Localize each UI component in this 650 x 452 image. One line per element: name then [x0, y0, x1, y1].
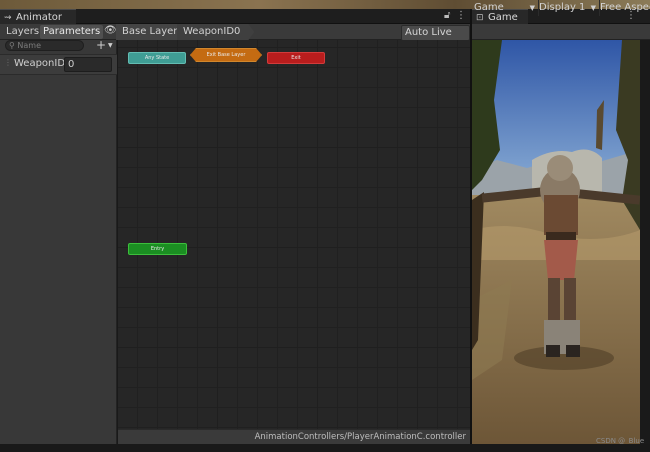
animator-window-tab[interactable]: ⇝ Animator: [0, 9, 76, 25]
parameter-name: WeaponID: [14, 58, 66, 69]
animator-tab-label: Animator: [16, 12, 62, 23]
any-state-node[interactable]: Any State: [128, 52, 186, 64]
game-view-edge: [640, 40, 650, 444]
display-dropdown-label: Display 1: [539, 2, 586, 13]
lock-icon[interactable]: 🔓︎: [444, 10, 450, 21]
parameters-pane: [0, 40, 117, 452]
exit-node[interactable]: Exit: [267, 52, 325, 64]
auto-live-link-button[interactable]: Auto Live Link: [401, 25, 470, 52]
parameter-value-field[interactable]: 0: [64, 57, 112, 72]
game-toolbar: [472, 24, 650, 40]
display-dropdown[interactable]: Display 1 ▼: [537, 0, 600, 16]
chevron-down-icon: ▼: [529, 4, 535, 12]
game-view-dropdown-label: Game: [474, 2, 504, 13]
more-options-icon[interactable]: ⋮: [456, 10, 466, 21]
bottom-bar: [0, 444, 650, 452]
exit-base-layer-node[interactable]: Exit Base Layer: [190, 48, 262, 62]
add-parameter-button[interactable]: +: [96, 38, 106, 52]
state-machine-graph[interactable]: [118, 40, 470, 429]
breadcrumb-weaponid0[interactable]: WeaponID0: [177, 24, 254, 40]
parameters-tab[interactable]: Parameters: [40, 25, 104, 39]
layers-tab[interactable]: Layers: [3, 25, 42, 39]
animator-tab-bar: ⇝ Animator 🔓︎ ⋮: [0, 9, 470, 25]
controller-path-status: AnimationControllers/PlayerAnimationC.co…: [118, 429, 470, 444]
aspect-dropdown[interactable]: Free Aspect: [598, 0, 650, 16]
game-view-render[interactable]: [472, 40, 640, 444]
animator-toolbar: Layers Parameters 👁︎ Base Layer WeaponID…: [0, 24, 470, 52]
search-placeholder: Name: [17, 41, 42, 50]
game-scene-image: [472, 40, 640, 444]
game-view-dropdown[interactable]: Game ▼: [472, 0, 539, 16]
entry-node[interactable]: Entry: [128, 243, 187, 255]
parameter-search-input[interactable]: ⚲ Name: [5, 40, 84, 51]
eye-icon[interactable]: 👁︎: [104, 25, 117, 36]
chevron-down-icon: ▼: [590, 4, 596, 12]
chevron-down-icon[interactable]: ▼: [108, 42, 113, 49]
